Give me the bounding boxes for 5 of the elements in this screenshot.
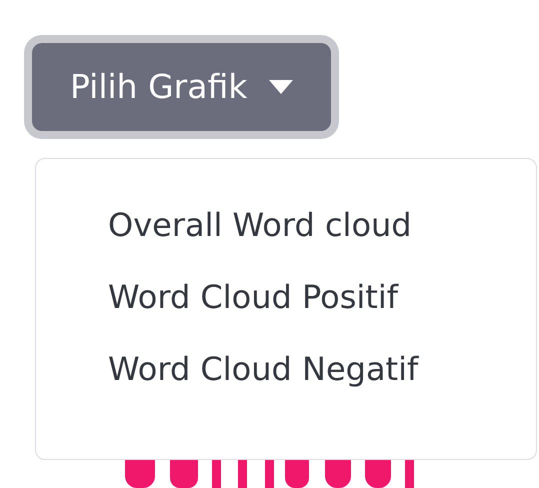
caret-icon	[269, 80, 294, 94]
menu-item[interactable]: Word Cloud Positif	[36, 261, 470, 333]
menu-item[interactable]: Overall Word cloud	[36, 189, 484, 261]
menu-item[interactable]: Word Cloud Negatif	[36, 333, 490, 405]
dropdown-button[interactable]: Pilih Grafik	[32, 43, 332, 131]
